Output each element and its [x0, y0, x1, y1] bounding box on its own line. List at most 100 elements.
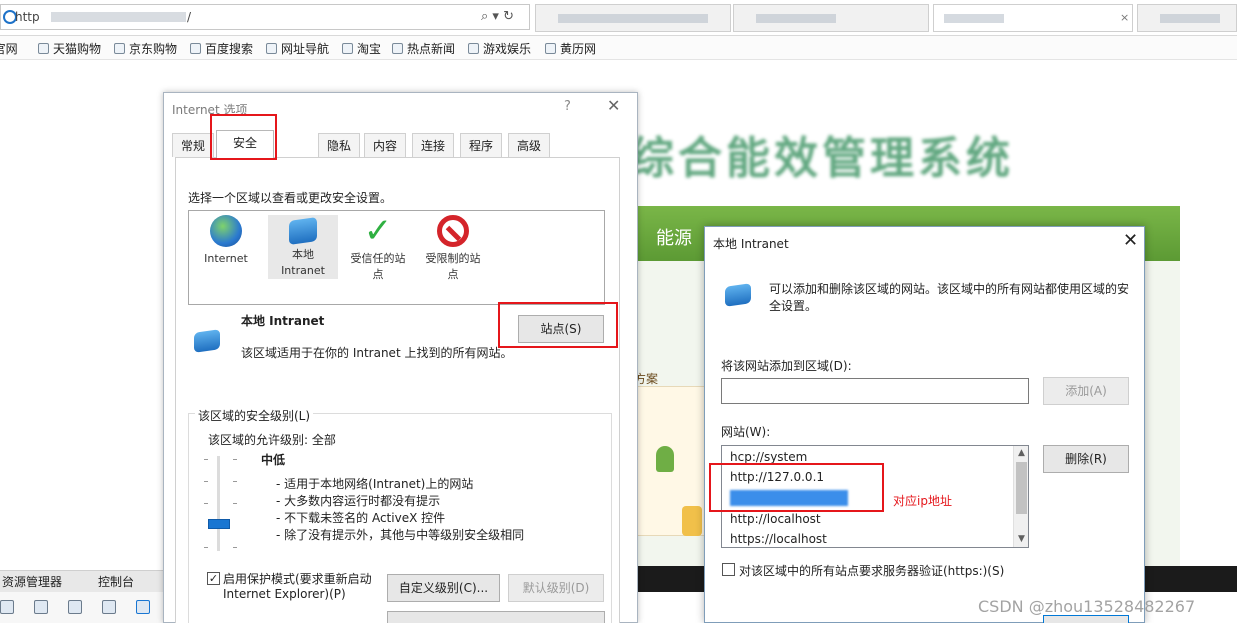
fav-label: 热点新闻 [407, 42, 456, 56]
annotation-label: 对应ip地址 [893, 494, 952, 508]
fav-item[interactable]: 百度搜索 [190, 40, 253, 57]
slider-tick [204, 481, 208, 482]
default-level-button[interactable]: 默认级别(D) [508, 574, 604, 602]
require-https-checkbox[interactable] [722, 563, 735, 576]
zone-label: 受限制的站 点 [425, 252, 481, 281]
custom-level-button[interactable]: 自定义级别(C)... [387, 574, 500, 602]
add-site-label: 将该网站添加到区域(D): [721, 359, 852, 373]
taskbar-explorer[interactable]: 资源管理器 [2, 573, 62, 590]
help-icon[interactable]: ? [564, 99, 571, 114]
add-site-input[interactable] [721, 378, 1029, 404]
page-title: 综合能效管理系统 [630, 133, 1014, 184]
allowed-levels: 该区域的允许级别: 全部 [208, 433, 336, 447]
chevron-up-icon[interactable]: ▲ [1018, 448, 1025, 458]
list-item[interactable]: hcp://system [730, 450, 807, 464]
protected-mode-label: 启用保护模式(要求重新启动 [223, 572, 372, 586]
zone-label: Internet [204, 252, 248, 265]
intranet-description: 可以添加和删除该区域的网站。该区域中的所有网站都使用区域的安全设置。 [769, 282, 1130, 313]
page-icon [38, 43, 49, 54]
address-bar[interactable]: http / ⌕ ▾ ↻ [0, 4, 530, 30]
scrollbar[interactable]: ▲ ▼ [1013, 446, 1028, 547]
browser-tab-active[interactable]: × [933, 4, 1133, 32]
protected-mode-label: Internet Explorer)(P) [223, 587, 346, 601]
zone-restricted-sites[interactable]: 受限制的站 点 [418, 215, 488, 283]
tab-close-icon[interactable]: × [1120, 11, 1129, 24]
reset-all-zones-button[interactable] [387, 611, 605, 623]
remove-button[interactable]: 删除(R) [1043, 445, 1129, 473]
tab-spacer [316, 133, 317, 157]
fav-item[interactable]: 天猫购物 [38, 40, 101, 57]
zone-name: 本地 Intranet [241, 314, 325, 328]
tab-title-blurred [1160, 14, 1220, 23]
protected-mode-checkbox[interactable]: ✓ [207, 572, 220, 585]
page-icon [114, 43, 125, 54]
tool-icon[interactable] [102, 600, 116, 614]
fav-item[interactable]: 热点新闻 [392, 40, 455, 57]
zone-label: 受信任的站 点 [350, 252, 406, 281]
slider-tick [233, 459, 237, 460]
intranet-icon [725, 283, 751, 307]
zone-prompt: 选择一个区域以查看或更改安全设置。 [188, 191, 393, 205]
fav-item[interactable]: 淘宝 [342, 40, 381, 57]
fav-item[interactable]: 黄历网 [545, 40, 596, 57]
fav-item[interactable]: 游戏娱乐 [468, 40, 531, 57]
highlight-security-tab [210, 114, 277, 160]
tab-connections[interactable]: 连接 [412, 133, 455, 157]
level-item: - 大多数内容运行时都没有提示 [276, 494, 441, 508]
scrollbar-thumb[interactable] [1016, 462, 1027, 514]
zone-internet[interactable]: Internet [191, 215, 261, 267]
zone-local-intranet[interactable]: 本地 Intranet [268, 215, 338, 279]
tab-programs[interactable]: 程序 [460, 133, 503, 157]
highlight-sites-button [498, 302, 618, 348]
fav-label: 天猫购物 [53, 42, 102, 56]
slider-tick [204, 459, 208, 460]
level-item: - 不下载未签名的 ActiveX 控件 [276, 511, 446, 525]
intranet-icon [194, 329, 220, 353]
save-icon[interactable] [0, 600, 14, 614]
zone-list: Internet 本地 Intranet ✓ 受信任的站 点 受限制的站 点 [188, 210, 605, 305]
page-icon [190, 43, 201, 54]
level-name: 中低 [261, 453, 286, 467]
level-item: - 适用于本地网络(Intranet)上的网站 [276, 477, 474, 491]
taskbar-console[interactable]: 控制台 [98, 573, 134, 590]
tab-privacy[interactable]: 隐私 [318, 133, 361, 157]
security-level-label: 该区域的安全级别(L) [195, 407, 314, 424]
slider-tick [204, 547, 208, 548]
tab-general[interactable]: 常规 [172, 133, 215, 157]
security-slider-thumb[interactable] [208, 519, 230, 529]
fav-label: 百度搜索 [205, 42, 254, 56]
browser-tab[interactable] [1137, 4, 1237, 32]
fav-item[interactable]: 京东购物 [114, 40, 177, 57]
slider-tick [233, 503, 237, 504]
settings-icon[interactable] [136, 600, 150, 614]
window-icon[interactable] [68, 600, 82, 614]
local-intranet-dialog: 本地 Intranet ✕ 可以添加和删除该区域的网站。该区域中的所有网站都使用… [704, 226, 1145, 623]
folder-icon[interactable] [34, 600, 48, 614]
close-icon[interactable]: ✕ [1123, 230, 1138, 251]
taskbar: 资源管理器 控制台 [0, 570, 165, 592]
close-button[interactable] [1043, 615, 1129, 623]
browser-tab[interactable] [733, 4, 929, 32]
level-item: - 除了没有提示外，其他与中等级别安全级相同 [276, 528, 525, 542]
search-refresh-icons[interactable]: ⌕ ▾ ↻ [481, 9, 514, 24]
url-suffix: / [187, 10, 192, 24]
tab-title-blurred [558, 14, 708, 23]
fav-label: 官网 [0, 42, 18, 56]
globe-icon [210, 215, 242, 247]
page-icon [545, 43, 556, 54]
fav-item[interactable]: 网址导航 [266, 40, 329, 57]
add-button[interactable]: 添加(A) [1043, 377, 1129, 405]
tab-content[interactable]: 内容 [364, 133, 407, 157]
browser-tab[interactable] [535, 4, 731, 32]
no-entry-icon [437, 215, 469, 247]
tab-advanced[interactable]: 高级 [508, 133, 551, 157]
list-item[interactable]: http://localhost [730, 512, 821, 526]
fav-label: 京东购物 [129, 42, 178, 56]
fav-item[interactable]: 官网 [0, 40, 18, 57]
close-icon[interactable]: ✕ [607, 96, 620, 115]
zone-trusted-sites[interactable]: ✓ 受信任的站 点 [343, 214, 413, 283]
slider-tick [204, 503, 208, 504]
highlight-ip-entries [709, 463, 884, 512]
list-item[interactable]: https://localhost [730, 532, 827, 546]
chevron-down-icon[interactable]: ▼ [1018, 534, 1025, 544]
